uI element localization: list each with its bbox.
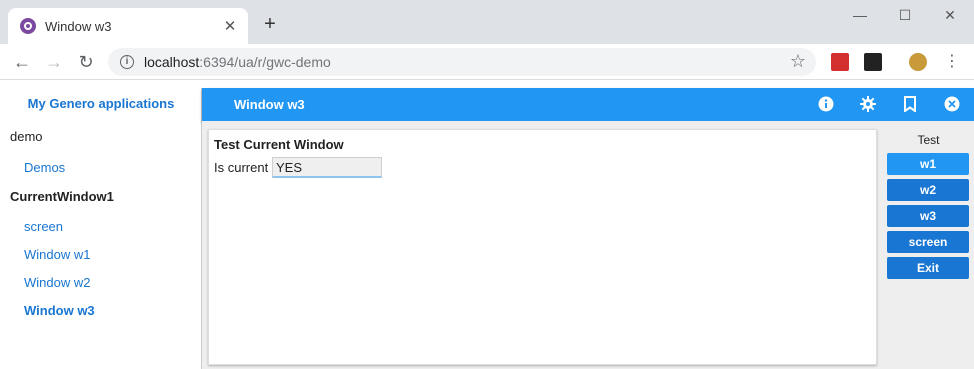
url-path: :6394/ua/r/gwc-demo [199,54,331,70]
is-current-field[interactable] [272,157,382,178]
close-window-icon[interactable]: ✕ [940,6,960,24]
about-icon[interactable] [817,95,835,113]
w1-button[interactable]: w1 [887,153,969,175]
close-app-icon[interactable] [943,95,961,113]
url-host: localhost [144,54,200,70]
maximize-icon[interactable]: ☐ [895,6,915,24]
is-current-label: Is current [214,160,269,175]
browser-tab[interactable]: Window w3 ✕ [8,8,248,44]
back-icon[interactable]: ← [10,50,34,74]
sidebar-item-screen[interactable]: screen [24,219,63,234]
browser-menu-icon[interactable]: ⋮ [940,50,964,74]
exit-button[interactable]: Exit [887,257,969,279]
minimize-icon[interactable]: — [850,6,870,24]
new-tab-icon[interactable]: + [260,14,280,34]
screen-button[interactable]: screen [887,231,969,253]
bookmark-star-icon[interactable]: ☆ [790,51,806,72]
extension-lastpass-icon[interactable] [831,53,849,71]
form-panel: Test Current Window Is current [208,129,877,365]
settings-gear-icon[interactable] [859,95,877,113]
w2-button[interactable]: w2 [887,179,969,201]
action-panel: Test w1 w2 w3 screen Exit [883,129,974,369]
app-sidebar: My Genero applications demo Demos Curren… [0,88,202,369]
form-title: Test Current Window [214,137,344,152]
site-info-icon[interactable]: i [120,55,134,69]
bookmark-icon[interactable] [901,95,919,113]
address-bar[interactable]: i localhost:6394/ua/r/gwc-demo ☆ [108,48,816,76]
reload-icon[interactable]: ↻ [74,50,98,74]
sidebar-item-window-w2[interactable]: Window w2 [24,275,90,290]
profile-avatar-icon[interactable] [909,53,927,71]
sidebar-title[interactable]: My Genero applications [0,88,202,120]
sidebar-item-window-w3[interactable]: Window w3 [24,303,95,318]
window-title: Window w3 [234,97,305,112]
browser-tabstrip: Window w3 ✕ + — ☐ ✕ [0,0,974,44]
sidebar-item-window-w1[interactable]: Window w1 [24,247,90,262]
sidebar-group-currentwindow1: CurrentWindow1 [10,189,114,204]
forward-icon[interactable]: → [42,50,66,74]
close-tab-icon[interactable]: ✕ [222,18,238,35]
sidebar-item-demos[interactable]: Demos [24,160,65,175]
sidebar-group-demo: demo [10,129,43,144]
app-header: Window w3 [202,88,974,121]
browser-toolbar: ← → ↻ i localhost:6394/ua/r/gwc-demo ☆ ⋮ [0,44,974,80]
extension-md-icon[interactable] [864,53,882,71]
w3-button[interactable]: w3 [887,205,969,227]
app-favicon-icon [20,18,36,34]
action-panel-title: Test [917,133,940,147]
tab-title: Window w3 [45,18,112,34]
